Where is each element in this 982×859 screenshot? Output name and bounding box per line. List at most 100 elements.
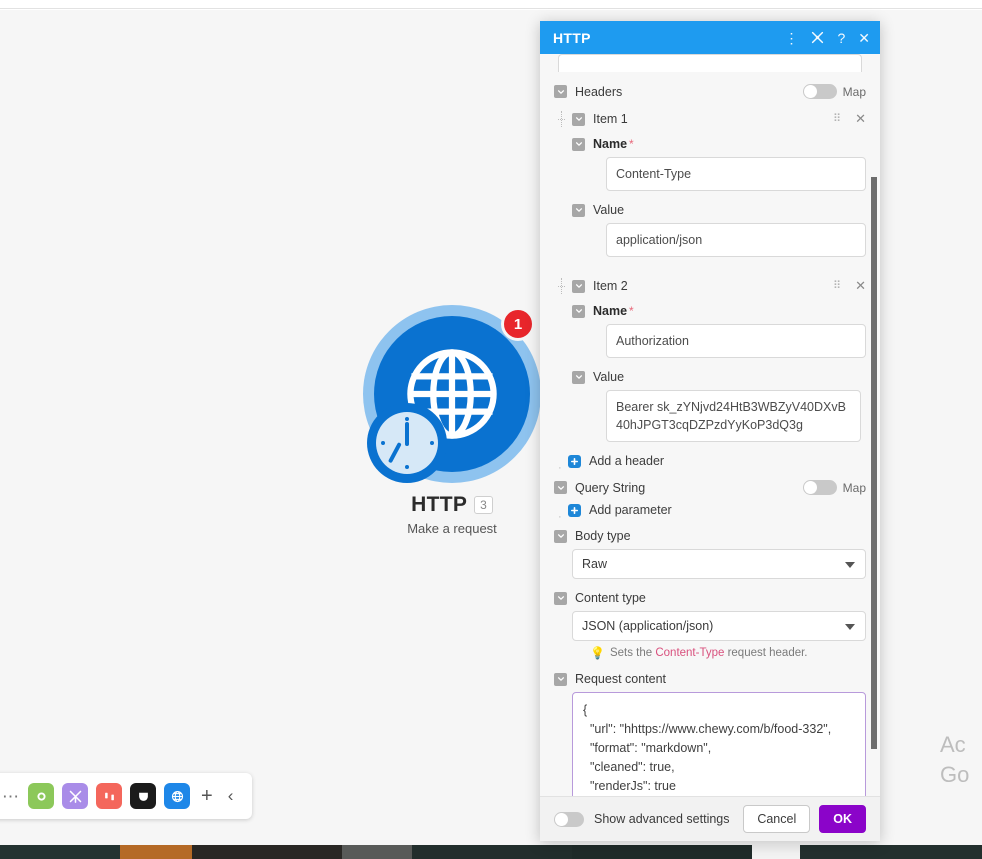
item1-toggle-icon[interactable] xyxy=(572,112,585,126)
node-subtitle: Make a request xyxy=(407,521,497,536)
toolbar-more-icon[interactable]: ⋯ xyxy=(2,788,20,805)
headers-label: Headers xyxy=(575,84,623,99)
taskbar-segment-1[interactable] xyxy=(120,845,192,859)
ok-button[interactable]: OK xyxy=(819,805,866,833)
taskbar-segment-2[interactable] xyxy=(192,845,342,859)
taskbar-segment-0[interactable] xyxy=(0,845,120,859)
clock-icon xyxy=(367,403,447,483)
http-module-node[interactable]: 1 HTTP 3 Make a request xyxy=(352,305,555,545)
item1-drag-handle-icon[interactable]: ⠿ xyxy=(833,114,842,125)
query-string-map-toggle[interactable] xyxy=(802,480,837,495)
panel-scrollbar-thumb[interactable] xyxy=(871,177,877,749)
panel-footer: Show advanced settings Cancel OK xyxy=(540,796,880,841)
content-type-select[interactable]: JSON (application/json) xyxy=(572,611,866,641)
show-advanced-settings-toggle[interactable] xyxy=(554,811,584,827)
query-string-label: Query String xyxy=(575,480,646,495)
item2-value-label: Value xyxy=(593,370,625,384)
header-item-1: Item 1 ⠿ ✕ xyxy=(554,111,866,127)
item1-remove-icon[interactable]: ✕ xyxy=(855,111,866,127)
request-content-editor[interactable]: { "url": "hhttps://www.chewy.com/b/food-… xyxy=(572,692,866,796)
help-icon[interactable]: ? xyxy=(837,31,845,45)
add-parameter-row[interactable]: · Add parameter xyxy=(554,503,866,523)
item2-name-label: Name xyxy=(593,304,628,318)
body-type-value: Raw xyxy=(582,557,608,571)
node-error-badge[interactable]: 1 xyxy=(501,307,535,341)
taskbar-segment-5[interactable] xyxy=(572,845,752,859)
item2-value-input[interactable]: Bearer sk_zYNjvd24HtB3WBZyV40DXvB40hJPGT… xyxy=(606,390,861,442)
ghost-line-2: Go xyxy=(940,762,970,787)
required-asterisk-icon: * xyxy=(629,304,634,318)
node-count-badge[interactable]: 3 xyxy=(474,496,493,514)
body-type-label: Body type xyxy=(575,529,631,543)
item1-name-row: Name * xyxy=(554,137,866,151)
add-header-label[interactable]: Add a header xyxy=(589,454,664,468)
hint-code: Content-Type xyxy=(655,647,725,659)
headers-toggle-icon[interactable] xyxy=(554,85,567,98)
item1-name-toggle-icon[interactable] xyxy=(572,137,585,151)
app-root: 1 HTTP 3 Make a request ⋯ + ‹ Ac Go HTTP… xyxy=(0,0,982,859)
bottom-toolbar: ⋯ + ‹ xyxy=(0,773,252,819)
section-headers: Headers Map xyxy=(554,84,866,99)
tree-dash-icon: · xyxy=(558,462,562,474)
item1-label: Item 1 xyxy=(593,112,628,126)
item1-value-label: Value xyxy=(593,203,625,217)
node-graphic: 1 xyxy=(363,305,555,483)
section-query-string: Query String Map xyxy=(554,480,866,495)
query-string-toggle-icon[interactable] xyxy=(554,481,567,494)
item2-name-toggle-icon[interactable] xyxy=(572,304,585,318)
more-options-icon[interactable]: ⋮ xyxy=(784,31,798,45)
required-asterisk-icon: * xyxy=(629,137,634,151)
item1-value-row: Value xyxy=(554,203,866,217)
item2-remove-icon[interactable]: ✕ xyxy=(855,278,866,294)
app-icon-purple[interactable] xyxy=(62,783,88,809)
close-icon[interactable]: ✕ xyxy=(858,31,870,45)
app-icon-red[interactable] xyxy=(96,783,122,809)
content-type-toggle-icon[interactable] xyxy=(554,591,567,605)
query-string-map-label: Map xyxy=(842,480,866,495)
ghost-line-1: Ac xyxy=(940,732,966,757)
add-parameter-label[interactable]: Add parameter xyxy=(589,503,672,517)
section-request-content: Request content xyxy=(554,672,866,686)
add-module-icon[interactable]: + xyxy=(198,785,216,808)
clipped-field-above[interactable] xyxy=(558,54,862,72)
app-icon-green[interactable] xyxy=(28,783,54,809)
headers-map-toggle[interactable] xyxy=(802,84,837,99)
os-taskbar[interactable] xyxy=(0,845,982,859)
taskbar-segment-7[interactable] xyxy=(800,845,982,859)
node-title: HTTP xyxy=(411,493,468,516)
browser-chrome-strip xyxy=(0,0,982,9)
http-config-panel: HTTP ⋮ ? ✕ Headers Map Item 1 ⠿ ✕ Name *… xyxy=(540,21,880,841)
expand-icon[interactable] xyxy=(811,31,824,44)
taskbar-segment-3[interactable] xyxy=(342,845,412,859)
item1-name-label: Name xyxy=(593,137,628,151)
panel-body: Headers Map Item 1 ⠿ ✕ Name * Content-Ty… xyxy=(540,54,880,796)
item1-name-input[interactable]: Content-Type xyxy=(606,157,866,191)
body-type-toggle-icon[interactable] xyxy=(554,529,567,543)
headers-map-label: Map xyxy=(842,84,866,99)
chevron-down-icon xyxy=(845,562,855,568)
item2-name-input[interactable]: Authorization xyxy=(606,324,866,358)
collapse-toolbar-icon[interactable]: ‹ xyxy=(224,786,238,806)
add-header-plus-icon[interactable] xyxy=(568,454,581,468)
item1-value-toggle-icon[interactable] xyxy=(572,203,585,217)
app-icon-http[interactable] xyxy=(164,783,190,809)
taskbar-segment-4[interactable] xyxy=(412,845,572,859)
item2-drag-handle-icon[interactable]: ⠿ xyxy=(833,281,842,292)
offscreen-panel-text: Ac Go xyxy=(940,730,982,790)
header-item-2: Item 2 ⠿ ✕ xyxy=(554,278,866,294)
add-header-row[interactable]: · Add a header xyxy=(554,454,866,474)
request-content-toggle-icon[interactable] xyxy=(554,672,567,686)
cancel-button[interactable]: Cancel xyxy=(743,805,811,833)
section-content-type: Content type xyxy=(554,591,866,605)
taskbar-segment-6[interactable] xyxy=(752,845,800,859)
panel-scrollbar-track[interactable] xyxy=(870,54,879,796)
section-body-type: Body type xyxy=(554,529,866,543)
item2-toggle-icon[interactable] xyxy=(572,279,585,293)
item2-value-toggle-icon[interactable] xyxy=(572,370,585,384)
add-parameter-plus-icon[interactable] xyxy=(568,503,581,517)
item2-value-row: Value xyxy=(554,370,866,384)
item1-value-input[interactable]: application/json xyxy=(606,223,866,257)
app-icon-black[interactable] xyxy=(130,783,156,809)
content-type-hint: 💡 Sets the Content-Type request header. xyxy=(590,646,866,660)
body-type-select[interactable]: Raw xyxy=(572,549,866,579)
